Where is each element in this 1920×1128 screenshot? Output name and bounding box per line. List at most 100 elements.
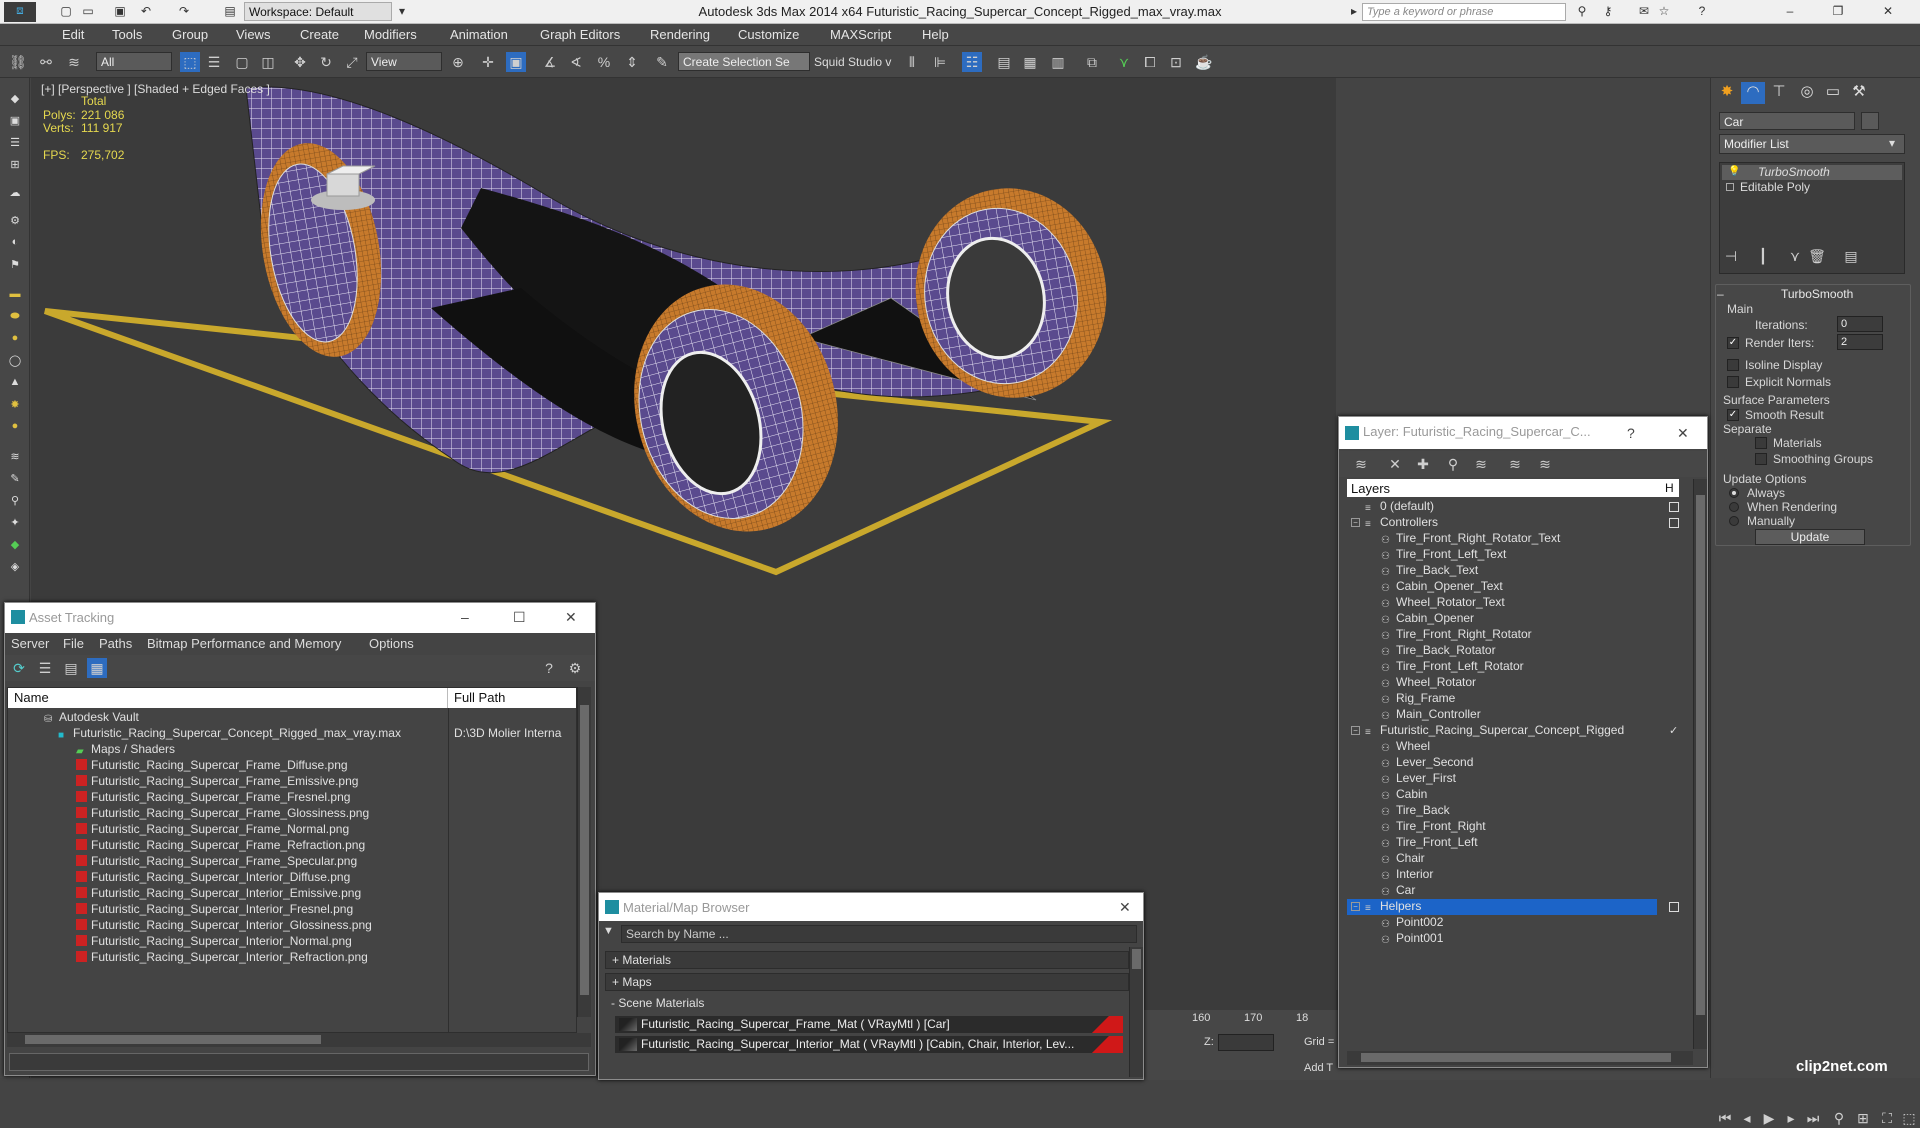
schematic-view-icon[interactable]: ⧉ [1082, 52, 1102, 72]
menu-views[interactable]: Views [236, 27, 270, 42]
browser-options-icon[interactable]: ▼ [603, 925, 619, 941]
strip-tool-19-icon[interactable]: ✦ [7, 516, 23, 530]
communication-icon[interactable]: ✉ [1636, 3, 1652, 19]
rendered-frame-icon[interactable]: ⊡ [1166, 52, 1186, 72]
show-end-result-icon[interactable]: ┃ [1753, 246, 1773, 266]
object-row[interactable]: ⚇ Tire_Front_Right_Rotator [1347, 627, 1679, 643]
goto-end-icon[interactable]: ⏭ [1803, 1108, 1823, 1128]
layer-vscrollbar[interactable] [1693, 479, 1707, 1049]
reference-coord-dropdown[interactable]: View [366, 52, 442, 71]
strip-tool-18-icon[interactable]: ⚲ [7, 494, 23, 508]
asset-settings-icon[interactable]: ⚙ [565, 658, 585, 678]
layer-row[interactable]: − ≡ Futuristic_Racing_Supercar_Concept_Rig… [1347, 723, 1679, 739]
stack-item-editable-poly[interactable]: Editable Poly [1722, 180, 1902, 195]
material-browser-close-icon[interactable]: ✕ [1119, 899, 1131, 916]
material-browser-titlebar[interactable]: Material/Map Browser [599, 893, 1143, 921]
layer-manager-icon[interactable]: ▤ [994, 52, 1014, 72]
strip-tool-7-icon[interactable]: ◐ [7, 236, 23, 250]
update-button[interactable]: Update [1755, 529, 1865, 545]
rect-selection-icon[interactable]: ▢ [232, 52, 252, 72]
asset-menu-file[interactable]: File [63, 636, 84, 651]
menu-maxscript[interactable]: MAXScript [830, 27, 891, 42]
asset-file-row[interactable]: Futuristic_Racing_Supercar_Interior_Glos… [8, 918, 576, 934]
hierarchy-tab-icon[interactable]: ⊤ [1767, 82, 1791, 104]
object-row[interactable]: ⚇ Tire_Front_Right_Rotator_Text [1347, 531, 1679, 547]
delete-layer-icon[interactable]: ✕ [1385, 454, 1405, 474]
detail-view-icon[interactable]: ▤ [61, 658, 81, 678]
object-row[interactable]: ⚇ Main_Controller [1347, 707, 1679, 723]
isoline-checkbox[interactable] [1727, 359, 1739, 371]
menu-rendering[interactable]: Rendering [650, 27, 710, 42]
strip-tool-15-icon[interactable]: ● [7, 420, 23, 434]
minimize-icon[interactable]: – [1782, 3, 1798, 19]
asset-file-row[interactable]: Futuristic_Racing_Supercar_Frame_Emissiv… [8, 774, 576, 790]
fov-icon[interactable]: ⛶ [1877, 1108, 1897, 1128]
project-folder-icon[interactable]: ▤ [222, 3, 238, 19]
mirror-icon[interactable]: ⫴ [902, 52, 922, 72]
add-time-tag-label[interactable]: Add T [1304, 1062, 1333, 1074]
object-row[interactable]: ⚇ Tire_Front_Left_Rotator [1347, 659, 1679, 675]
play-icon[interactable]: ▶ [1759, 1108, 1779, 1128]
material-editor-icon[interactable]: ⋎ [1114, 52, 1134, 72]
render-iters-spinner[interactable]: 2 [1837, 334, 1883, 350]
asset-menu-bitmap[interactable]: Bitmap Performance and Memory [147, 636, 341, 651]
render-setup-icon[interactable]: ⧠ [1140, 52, 1160, 72]
z-coord-field[interactable] [1218, 1034, 1274, 1051]
maps-group-header[interactable]: + Maps [605, 973, 1129, 991]
pivot-center-icon[interactable]: ⊕ [448, 52, 468, 72]
modify-tab-icon[interactable]: ◠ [1741, 82, 1765, 104]
select-manipulate-icon[interactable]: ✛ [478, 52, 498, 72]
table-view-icon[interactable]: ▦ [87, 658, 107, 678]
asset-hscrollbar[interactable] [7, 1033, 591, 1047]
when-rendering-radio[interactable] [1729, 502, 1739, 512]
object-row[interactable]: ⚇ Lever_Second [1347, 755, 1679, 771]
align-icon[interactable]: ⊫ [930, 52, 950, 72]
object-row[interactable]: ⚇ Tire_Back_Rotator [1347, 643, 1679, 659]
menu-graph-editors[interactable]: Graph Editors [540, 27, 620, 42]
collapse-icon[interactable]: − [1351, 902, 1360, 911]
asset-file-row[interactable]: Futuristic_Racing_Supercar_Frame_Diffuse… [8, 758, 576, 774]
render-iters-checkbox[interactable]: ✓ [1727, 337, 1739, 349]
edit-named-selection-icon[interactable]: ✎ [652, 52, 672, 72]
percent-snap-icon[interactable]: % [594, 52, 614, 72]
unlink-icon[interactable]: ⚯ [36, 52, 56, 72]
undo-icon[interactable]: ↶ [138, 3, 154, 19]
object-row[interactable]: ⚇ Wheel [1347, 739, 1679, 755]
asset-menu-paths[interactable]: Paths [99, 636, 132, 651]
interior-material-row[interactable]: Futuristic_Racing_Supercar_Interior_Mat … [615, 1036, 1123, 1053]
list-view-icon[interactable]: ☰ [35, 658, 55, 678]
scene-explorer-icon[interactable]: ☷ [962, 52, 982, 72]
smooth-result-checkbox[interactable]: ✓ [1727, 409, 1739, 421]
asset-close-icon[interactable]: ✕ [565, 609, 577, 626]
spinner-snap-icon[interactable]: ⇕ [622, 52, 642, 72]
strip-tool-20-icon[interactable]: ◆ [7, 538, 23, 552]
col-path-header[interactable]: Full Path [448, 688, 576, 708]
strip-tool-1-icon[interactable]: ◆ [7, 92, 23, 106]
current-layer-check-icon[interactable]: ✓ [1669, 726, 1679, 737]
select-by-name-icon[interactable]: ☰ [204, 52, 224, 72]
object-row[interactable]: ⚇ Point002 [1347, 915, 1679, 931]
configure-sets-icon[interactable]: ▤ [1841, 246, 1861, 266]
bulb-icon[interactable]: 💡 [1728, 166, 1740, 177]
asset-file-row[interactable]: Futuristic_Racing_Supercar_Frame_Fresnel… [8, 790, 576, 806]
asset-tracking-titlebar[interactable]: Asset Tracking [5, 603, 595, 633]
binoculars-icon[interactable]: ⚲ [1574, 3, 1590, 19]
rotate-icon[interactable]: ↻ [316, 52, 336, 72]
asset-file-row[interactable]: Futuristic_Racing_Supercar_Interior_Norm… [8, 934, 576, 950]
object-row[interactable]: ⚇ Cabin_Opener [1347, 611, 1679, 627]
remove-modifier-icon[interactable]: 🗑 [1807, 246, 1827, 266]
strip-tool-4-icon[interactable]: ⊞ [7, 158, 23, 172]
refresh-icon[interactable]: ⟳ [9, 658, 29, 678]
open-file-icon[interactable]: ▭ [80, 3, 96, 19]
asset-file-row[interactable]: Futuristic_Racing_Supercar_Frame_Glossin… [8, 806, 576, 822]
favorites-star-icon[interactable]: ☆ [1656, 3, 1672, 19]
object-row[interactable]: ⚇ Tire_Front_Right [1347, 819, 1679, 835]
maximize-viewport-icon[interactable]: ⬚ [1899, 1108, 1919, 1128]
workspace-dropdown[interactable]: Workspace: Default [244, 2, 392, 21]
strip-tool-13-icon[interactable]: ▲ [7, 376, 23, 390]
save-file-icon[interactable]: ▣ [112, 3, 128, 19]
strip-tool-14-icon[interactable]: ✸ [7, 398, 23, 412]
layer-help-icon[interactable]: ? [1627, 425, 1635, 441]
prev-frame-icon[interactable]: ◂ [1737, 1108, 1757, 1128]
asset-maximize-icon[interactable]: ☐ [513, 609, 526, 626]
